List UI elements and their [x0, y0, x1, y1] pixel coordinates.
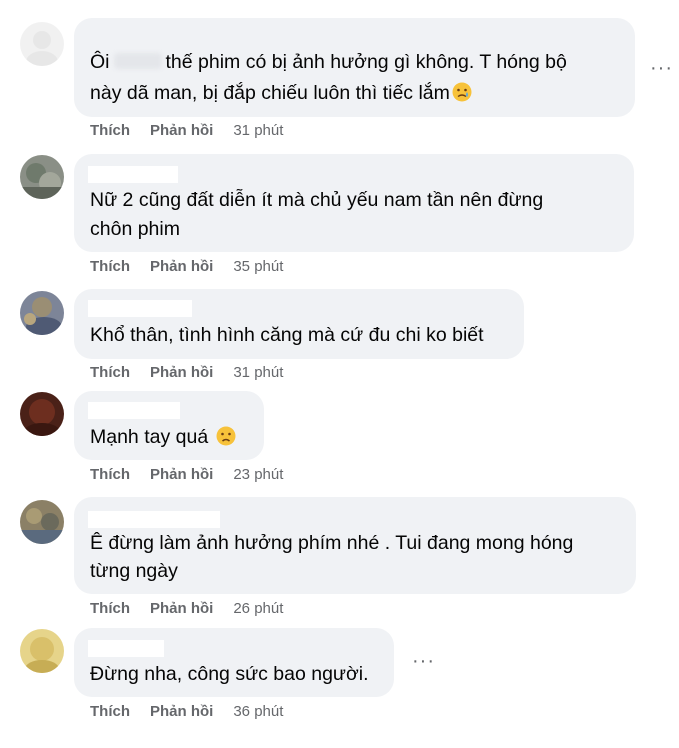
reply-button[interactable]: Phản hồi — [150, 364, 213, 381]
reply-button[interactable]: Phản hồi — [150, 122, 213, 139]
redacted-name — [88, 402, 180, 419]
reply-button[interactable]: Phản hồi — [150, 600, 213, 617]
avatar[interactable] — [20, 22, 64, 66]
avatar[interactable] — [20, 629, 64, 673]
more-options-icon[interactable]: ··· — [650, 58, 673, 78]
comment-text: Ôi thế phim có bị ảnh hưởng gì không. T h… — [90, 51, 567, 73]
comment-text: này dã man, bị đắp chiếu luôn thì tiếc l… — [90, 79, 472, 107]
avatar[interactable] — [20, 155, 64, 199]
like-button[interactable]: Thích — [90, 258, 130, 275]
redacted-name — [88, 640, 164, 657]
blurred-name — [113, 53, 162, 69]
like-button[interactable]: Thích — [90, 364, 130, 381]
comment-text: Ê đừng làm ảnh hưởng phím nhé . Tui đang… — [90, 532, 574, 554]
comment-bubble: Mạnh tay quá — [74, 391, 264, 460]
comment-actions: Thích Phản hồi 36 phút — [90, 703, 283, 721]
avatar[interactable] — [20, 392, 64, 436]
like-button[interactable]: Thích — [90, 122, 130, 139]
comment-text: Đừng nha, công sức bao người. — [90, 663, 369, 685]
timestamp[interactable]: 26 phút — [233, 600, 283, 617]
reply-button[interactable]: Phản hồi — [150, 466, 213, 483]
avatar[interactable] — [20, 500, 64, 544]
reply-button[interactable]: Phản hồi — [150, 703, 213, 720]
reply-button[interactable]: Phản hồi — [150, 258, 213, 275]
sad-tear-emoji-icon — [452, 82, 472, 102]
avatar[interactable] — [20, 291, 64, 335]
timestamp[interactable]: 36 phút — [233, 703, 283, 720]
comment-bubble: Ê đừng làm ảnh hưởng phím nhé . Tui đang… — [74, 497, 636, 594]
like-button[interactable]: Thích — [90, 703, 130, 720]
like-button[interactable]: Thích — [90, 600, 130, 617]
timestamp[interactable]: 31 phút — [233, 122, 283, 139]
comment-bubble: Khổ thân, tình hình căng mà cứ đu chi ko… — [74, 289, 524, 359]
comment-bubble: Nữ 2 cũng đất diễn ít mà chủ yếu nam tần… — [74, 154, 634, 252]
comment-actions: Thích Phản hồi 23 phút — [90, 466, 283, 484]
comment-text: từng ngày — [90, 560, 178, 582]
timestamp[interactable]: 23 phút — [233, 466, 283, 483]
comment-text: Mạnh tay quá — [90, 423, 236, 451]
comment-text: Khổ thân, tình hình căng mà cứ đu chi ko… — [90, 324, 484, 346]
frown-emoji-icon — [216, 426, 236, 446]
more-options-icon[interactable]: ··· — [412, 651, 435, 671]
redacted-name — [88, 300, 192, 317]
like-button[interactable]: Thích — [90, 466, 130, 483]
timestamp[interactable]: 35 phút — [233, 258, 283, 275]
comment-text: Nữ 2 cũng đất diễn ít mà chủ yếu nam tần… — [90, 189, 544, 211]
comment-text: chôn phim — [90, 218, 180, 240]
comment-actions: Thích Phản hồi 31 phút — [90, 122, 283, 140]
timestamp[interactable]: 31 phút — [233, 364, 283, 381]
redacted-name — [88, 166, 178, 183]
comment-actions: Thích Phản hồi 35 phút — [90, 258, 283, 276]
comment-actions: Thích Phản hồi 26 phút — [90, 600, 283, 618]
comment-bubble: Đừng nha, công sức bao người. — [74, 628, 394, 697]
redacted-name — [88, 511, 220, 528]
comment-bubble: Ôi thế phim có bị ảnh hưởng gì không. T h… — [74, 18, 635, 117]
comment-actions: Thích Phản hồi 31 phút — [90, 364, 283, 382]
